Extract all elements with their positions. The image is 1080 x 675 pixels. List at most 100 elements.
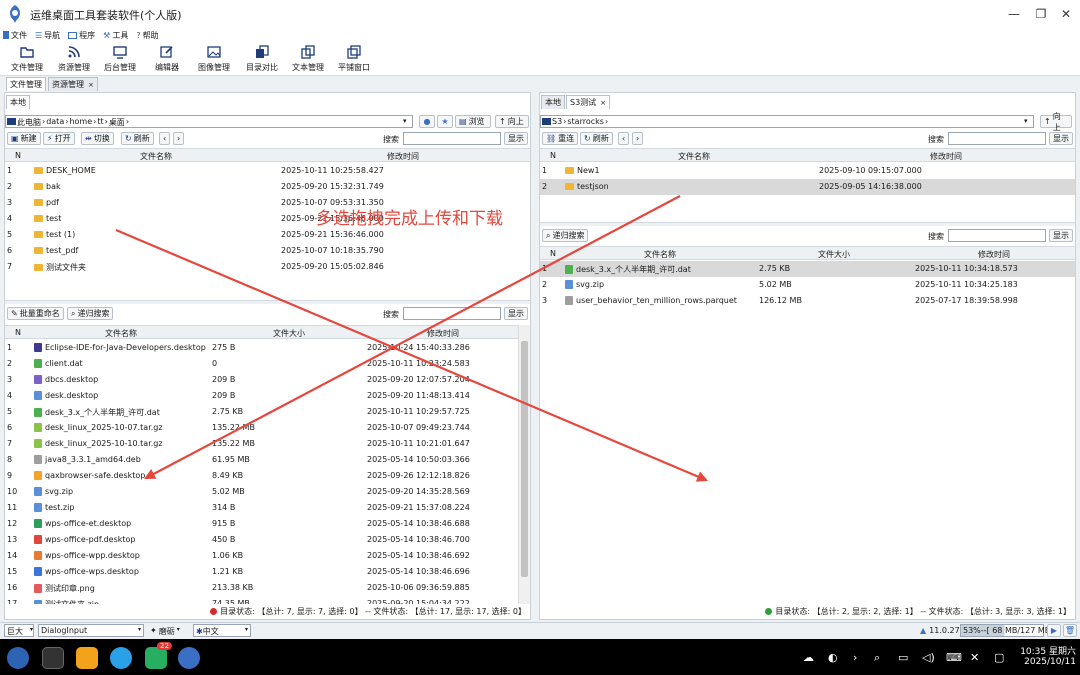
col-name[interactable]: 文件名称 — [105, 328, 137, 339]
folder-row[interactable]: 1 DESK_HOME 2025-10-11 10:25:58.427 — [5, 163, 530, 179]
play-button[interactable]: ▶ — [1047, 624, 1061, 637]
tool-file-manager[interactable]: 文件管理 — [8, 45, 46, 75]
folder-row[interactable]: 2 bak 2025-09-20 15:32:31.749 — [5, 179, 530, 195]
file-row[interactable]: 3 dbcs.desktop 209 B 2025-09-20 12:07:57… — [5, 372, 518, 388]
col-mtime[interactable]: 修改时间 — [978, 249, 1010, 260]
path-input[interactable] — [540, 115, 1034, 128]
search-icon[interactable]: ⌕ — [874, 651, 880, 665]
breadcrumb-item[interactable]: 桌面 — [109, 117, 125, 128]
file-row[interactable]: 2 client.dat 0 2025-10-11 10:23:24.583 — [5, 356, 518, 372]
browse-button[interactable]: ▤ 浏览 — [455, 115, 491, 128]
folder-row[interactable]: 2 testjson 2025-09-05 14:16:38.000 — [540, 179, 1075, 195]
breadcrumb-item[interactable]: S3 — [552, 117, 562, 126]
col-name[interactable]: 文件名称 — [678, 151, 710, 162]
breadcrumb-item[interactable]: starrocks — [567, 117, 604, 126]
close-icon[interactable]: × — [600, 99, 606, 107]
show-button[interactable]: 显示 — [504, 307, 528, 320]
breadcrumb-item[interactable]: home — [69, 117, 92, 128]
col-mtime[interactable]: 修改时间 — [387, 151, 419, 162]
back-button[interactable]: ‹ — [618, 132, 630, 145]
dir-search-input[interactable] — [948, 132, 1046, 145]
file-row[interactable]: 17 测试文件夹.zip 74.35 MB 2025-09-20 15:04:3… — [5, 596, 518, 604]
tab-file-manager[interactable]: 文件管理 — [6, 77, 46, 91]
keyboard-icon[interactable]: ⌨ — [946, 651, 962, 664]
breadcrumb-item[interactable]: data — [46, 117, 64, 128]
file-row[interactable]: 4 desk.desktop 209 B 2025-09-20 11:48:13… — [5, 388, 518, 404]
file-row[interactable]: 6 desk_linux_2025-10-07.tar.gz 135.22 MB… — [5, 420, 518, 436]
menu-program[interactable]: 程序 — [68, 30, 95, 41]
col-size[interactable]: 文件大小 — [818, 249, 850, 260]
reconnect-button[interactable]: ⛓ 重连 — [542, 132, 579, 145]
col-mtime[interactable]: 修改时间 — [427, 328, 459, 339]
tool-image-manager[interactable]: 图像管理 — [194, 45, 234, 75]
col-n[interactable]: N — [15, 328, 21, 337]
tab-local-right[interactable]: 本地 — [541, 95, 565, 109]
recursive-search-button[interactable]: ⌕ 递归搜索 — [67, 307, 114, 320]
file-search-input[interactable] — [403, 307, 501, 320]
file-row[interactable]: 13 wps-office-pdf.desktop 450 B 2025-05-… — [5, 532, 518, 548]
scrollbar[interactable] — [518, 325, 530, 604]
scrollbar-thumb[interactable] — [521, 341, 528, 577]
breadcrumb-item[interactable]: 此电脑 — [17, 117, 41, 128]
weather-icon[interactable]: ☁ — [803, 651, 814, 664]
folder-row[interactable]: 5 test (1) 2025-09-21 15:36:46.000 — [5, 227, 530, 243]
folder-row[interactable]: 7 测试文件夹 2025-09-20 15:05:02.846 — [5, 259, 530, 275]
favorite-button[interactable]: ★ — [437, 115, 453, 128]
file-row[interactable]: 14 wps-office-wpp.desktop 1.06 KB 2025-0… — [5, 548, 518, 564]
file-row[interactable]: 9 qaxbrowser-safe.desktop 8.49 KB 2025-0… — [5, 468, 518, 484]
breadcrumb-item[interactable]: tt — [97, 117, 103, 128]
network-icon[interactable]: ✕ — [970, 651, 979, 664]
file-row[interactable]: 15 wps-office-wps.desktop 1.21 KB 2025-0… — [5, 564, 518, 580]
clock[interactable]: 10:35 星期六 2025/10/11 — [1016, 644, 1076, 667]
col-n[interactable]: N — [15, 151, 21, 160]
batch-rename-button[interactable]: ✎ 批量重命名 — [7, 307, 64, 320]
up-button[interactable]: ↑ 向上 — [495, 115, 529, 128]
back-button[interactable]: ‹ — [159, 132, 171, 145]
dir-search-input[interactable] — [403, 132, 501, 145]
minimize-button[interactable]: — — [1003, 4, 1025, 24]
show-button[interactable]: 显示 — [504, 132, 528, 145]
file-row[interactable]: 10 svg.zip 5.02 MB 2025-09-20 14:35:28.5… — [5, 484, 518, 500]
file-row[interactable]: 1 desk_3.x_个人半年期_许可.dat 2.75 KB 2025-10-… — [540, 261, 1075, 277]
menu-file[interactable]: 文件 — [3, 30, 27, 41]
multitask-icon[interactable] — [42, 647, 64, 669]
splitter[interactable] — [5, 300, 530, 304]
col-mtime[interactable]: 修改时间 — [930, 151, 962, 162]
folder-row[interactable]: 1 New1 2025-09-10 09:15:07.000 — [540, 163, 1075, 179]
col-n[interactable]: N — [550, 151, 556, 160]
file-row[interactable]: 8 java8_3.3.1_amd64.deb 61.95 MB 2025-05… — [5, 452, 518, 468]
chat-tray-icon[interactable]: ▭ — [898, 651, 908, 664]
font-select[interactable]: DialogInput ▾ — [38, 624, 144, 637]
notification-icon[interactable]: ▢ — [994, 651, 1004, 664]
maximize-button[interactable]: ❐ — [1030, 4, 1052, 24]
col-name[interactable]: 文件名称 — [140, 151, 172, 162]
file-row[interactable]: 11 test.zip 314 B 2025-09-21 15:37:08.22… — [5, 500, 518, 516]
theme-select[interactable]: ✦ 磨砺 ▾ — [150, 626, 180, 637]
new-button[interactable]: ▣ 新建 — [7, 132, 41, 145]
go-button[interactable]: ● — [419, 115, 435, 128]
file-row[interactable]: 3 user_behavior_ten_million_rows.parquet… — [540, 293, 1075, 309]
tab-resource-manager[interactable]: 资源管理 × — [48, 77, 98, 91]
file-row[interactable]: 12 wps-office-et.desktop 915 B 2025-05-1… — [5, 516, 518, 532]
tool-dir-compare[interactable]: 目录对比 — [242, 45, 282, 75]
menu-navigate[interactable]: ☰ 导航 — [35, 30, 60, 41]
language-select[interactable]: ✱中文 ▾ — [193, 624, 251, 637]
files-app-icon[interactable] — [76, 647, 98, 669]
forward-button[interactable]: › — [173, 132, 185, 145]
dropdown-icon[interactable]: ▾ — [1024, 117, 1028, 125]
tool-tile-windows[interactable]: 平铺窗口 — [334, 45, 374, 75]
refresh-button[interactable]: ↻ 刷新 — [121, 132, 154, 145]
up-button[interactable]: ↑ 向上 — [1040, 112, 1072, 132]
close-button[interactable]: ✕ — [1055, 4, 1077, 24]
chevron-right-icon[interactable]: › — [853, 651, 857, 664]
recursive-search-button[interactable]: ⌕ 递归搜索 — [542, 229, 589, 242]
col-n[interactable]: N — [550, 249, 556, 258]
switch-button[interactable]: ⇹ 切换 — [81, 132, 114, 145]
splitter[interactable] — [540, 222, 1075, 226]
dropdown-icon[interactable]: ▾ — [403, 117, 407, 125]
menu-help[interactable]: ? 帮助 — [136, 30, 158, 41]
sync-icon[interactable]: ◐ — [828, 651, 838, 664]
tool-resource-manager[interactable]: 资源管理 — [54, 45, 94, 75]
open-button[interactable]: ⚡ 打开 — [43, 132, 75, 145]
volume-icon[interactable]: ◁) — [922, 651, 935, 664]
